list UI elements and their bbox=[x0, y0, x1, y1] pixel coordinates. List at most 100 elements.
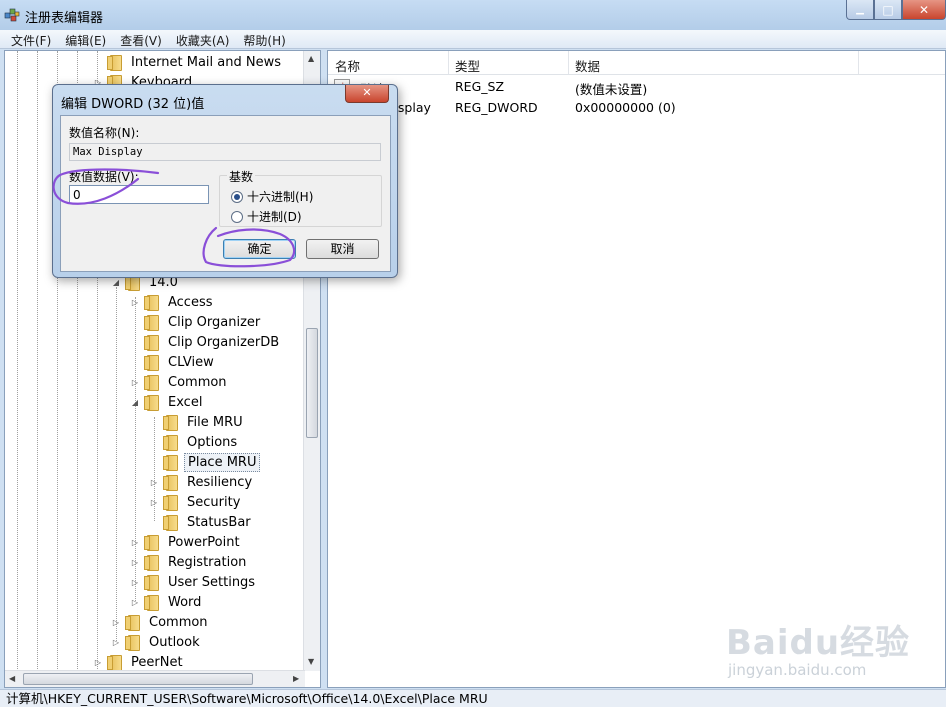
tree-item-label: Outlook bbox=[149, 634, 200, 650]
close-icon: ✕ bbox=[918, 2, 930, 17]
folder-icon bbox=[144, 595, 160, 611]
tree-expander[interactable]: ▷ bbox=[149, 478, 159, 487]
scroll-thumb[interactable] bbox=[306, 328, 318, 438]
radio-hex[interactable]: 十六进制(H) bbox=[231, 188, 313, 205]
tree-expander[interactable]: ▷ bbox=[130, 558, 140, 567]
column-data[interactable]: 数据 bbox=[575, 56, 600, 75]
folder-icon bbox=[144, 575, 160, 591]
tree-item[interactable]: ▷ PeerNet bbox=[93, 652, 186, 672]
tree-expander[interactable]: ▷ bbox=[130, 298, 140, 307]
list-header: 名称 类型 数据 bbox=[328, 51, 945, 75]
tree-expander[interactable]: ▷ bbox=[130, 578, 140, 587]
scroll-down-icon[interactable]: ▼ bbox=[308, 657, 314, 666]
menu-file[interactable]: 文件(F) bbox=[4, 30, 58, 48]
title-bar: 注册表编辑器 ▁ □ ✕ bbox=[0, 0, 946, 30]
scroll-left-icon[interactable]: ◀ bbox=[9, 674, 15, 683]
tree-item[interactable]: ▷ Security bbox=[149, 492, 243, 512]
tree-item-label: Place MRU bbox=[184, 452, 261, 472]
radio-hex-indicator[interactable] bbox=[231, 190, 243, 203]
tree-item[interactable]: ◢ Excel bbox=[130, 392, 205, 412]
radio-hex-label: 十六进制(H) bbox=[247, 190, 314, 204]
tree-item[interactable]: ▷ Registration bbox=[130, 552, 249, 572]
tree-expander[interactable]: ▷ bbox=[130, 598, 140, 607]
close-icon: ✕ bbox=[362, 86, 372, 99]
column-name[interactable]: 名称 bbox=[335, 56, 360, 75]
radio-dec-indicator[interactable] bbox=[231, 210, 243, 223]
menu-edit[interactable]: 编辑(E) bbox=[58, 30, 113, 48]
tree-expander[interactable]: ▷ bbox=[149, 498, 159, 507]
tree-item-label: StatusBar bbox=[187, 514, 251, 530]
menu-favorites[interactable]: 收藏夹(A) bbox=[169, 30, 237, 48]
tree-item-label: Registration bbox=[168, 554, 247, 570]
tree-expander[interactable]: ▷ bbox=[93, 658, 103, 667]
value-type: REG_SZ bbox=[455, 79, 505, 94]
minimize-icon: ▁ bbox=[856, 4, 864, 15]
value-data: (数值未设置) bbox=[575, 82, 648, 97]
value-data-input[interactable]: 0 bbox=[69, 185, 209, 204]
ok-button[interactable]: 确定 bbox=[223, 239, 296, 259]
dialog-close-button[interactable]: ✕ bbox=[345, 85, 389, 103]
tree-item[interactable]: ▷ Access bbox=[130, 292, 216, 312]
tree-item[interactable]: CLView bbox=[130, 352, 217, 372]
radio-dec[interactable]: 十进制(D) bbox=[231, 208, 302, 225]
folder-icon bbox=[144, 395, 160, 411]
base-label: 基数 bbox=[227, 168, 256, 185]
dialog-body: 数值名称(N): Max Display 数值数据(V): 0 基数 十六进制(… bbox=[60, 115, 391, 272]
tree-item[interactable]: File MRU bbox=[149, 412, 246, 432]
tree-item-label: Access bbox=[168, 294, 213, 310]
folder-icon bbox=[144, 355, 160, 371]
edit-dword-dialog: 编辑 DWORD (32 位)值 ✕ 数值名称(N): Max Display … bbox=[52, 84, 398, 278]
folder-icon bbox=[107, 55, 123, 71]
tree-expander[interactable]: ▷ bbox=[111, 618, 121, 627]
tree-item[interactable]: Internet Mail and News bbox=[93, 52, 284, 72]
menu-bar: 文件(F) 编辑(E) 查看(V) 收藏夹(A) 帮助(H) bbox=[0, 30, 946, 49]
value-data: 0x00000000 (0) bbox=[575, 100, 676, 115]
tree-expander[interactable]: ▷ bbox=[130, 538, 140, 547]
folder-icon bbox=[144, 555, 160, 571]
list-row[interactable]: 011 Max Display REG_DWORD 0x00000000 (0) bbox=[328, 98, 945, 118]
list-row[interactable]: ab (默认) REG_SZ (数值未设置) bbox=[328, 77, 945, 97]
menu-view[interactable]: 查看(V) bbox=[113, 30, 169, 48]
tree-expander[interactable]: ◢ bbox=[111, 278, 121, 287]
tree-item-label: CLView bbox=[168, 354, 214, 370]
maximize-button[interactable]: □ bbox=[874, 0, 902, 20]
tree-expander[interactable]: ◢ bbox=[130, 398, 140, 407]
minimize-button[interactable]: ▁ bbox=[846, 0, 874, 20]
tree-item[interactable]: ▷ Word bbox=[130, 592, 204, 612]
scroll-thumb[interactable] bbox=[23, 673, 253, 685]
cancel-button[interactable]: 取消 bbox=[306, 239, 379, 259]
tree-item[interactable]: ▷ Common bbox=[111, 612, 211, 632]
folder-icon bbox=[144, 335, 160, 351]
column-type[interactable]: 类型 bbox=[455, 56, 480, 75]
folder-icon bbox=[144, 375, 160, 391]
status-bar: 计算机\HKEY_CURRENT_USER\Software\Microsoft… bbox=[0, 689, 946, 707]
tree-item[interactable]: ▷ Resiliency bbox=[149, 472, 255, 492]
folder-icon bbox=[163, 415, 179, 431]
scroll-right-icon[interactable]: ▶ bbox=[293, 674, 299, 683]
tree-item[interactable]: StatusBar bbox=[149, 512, 254, 532]
tree-item[interactable]: ▷ Common bbox=[130, 372, 230, 392]
values-list[interactable]: 名称 类型 数据 ab (默认) REG_SZ (数值未设置) 011 Max … bbox=[327, 50, 946, 688]
close-button[interactable]: ✕ bbox=[902, 0, 946, 20]
tree-expander[interactable]: ▷ bbox=[111, 638, 121, 647]
tree-item[interactable]: Clip OrganizerDB bbox=[130, 332, 282, 352]
folder-icon bbox=[107, 655, 123, 671]
folder-icon bbox=[144, 535, 160, 551]
value-name-label: 数值名称(N): bbox=[69, 126, 140, 140]
tree-item-label: File MRU bbox=[187, 414, 243, 430]
menu-help[interactable]: 帮助(H) bbox=[236, 30, 292, 48]
tree-item-label: PowerPoint bbox=[168, 534, 240, 550]
tree-item-label: Common bbox=[149, 614, 208, 630]
watermark-logo: Baidu经验 bbox=[726, 623, 911, 663]
tree-item[interactable]: ▷ PowerPoint bbox=[130, 532, 243, 552]
tree-item[interactable]: ▷ Outlook bbox=[111, 632, 203, 652]
tree-horizontal-scrollbar[interactable]: ◀ ▶ bbox=[5, 670, 305, 687]
watermark-url: jingyan.baidu.com bbox=[728, 661, 867, 679]
tree-item[interactable]: Options bbox=[149, 432, 240, 452]
scroll-up-icon[interactable]: ▲ bbox=[308, 54, 314, 63]
tree-expander[interactable]: ▷ bbox=[130, 378, 140, 387]
tree-item-selected[interactable]: Place MRU bbox=[149, 452, 261, 472]
tree-item[interactable]: ▷ User Settings bbox=[130, 572, 258, 592]
folder-icon bbox=[125, 615, 141, 631]
tree-item[interactable]: Clip Organizer bbox=[130, 312, 263, 332]
